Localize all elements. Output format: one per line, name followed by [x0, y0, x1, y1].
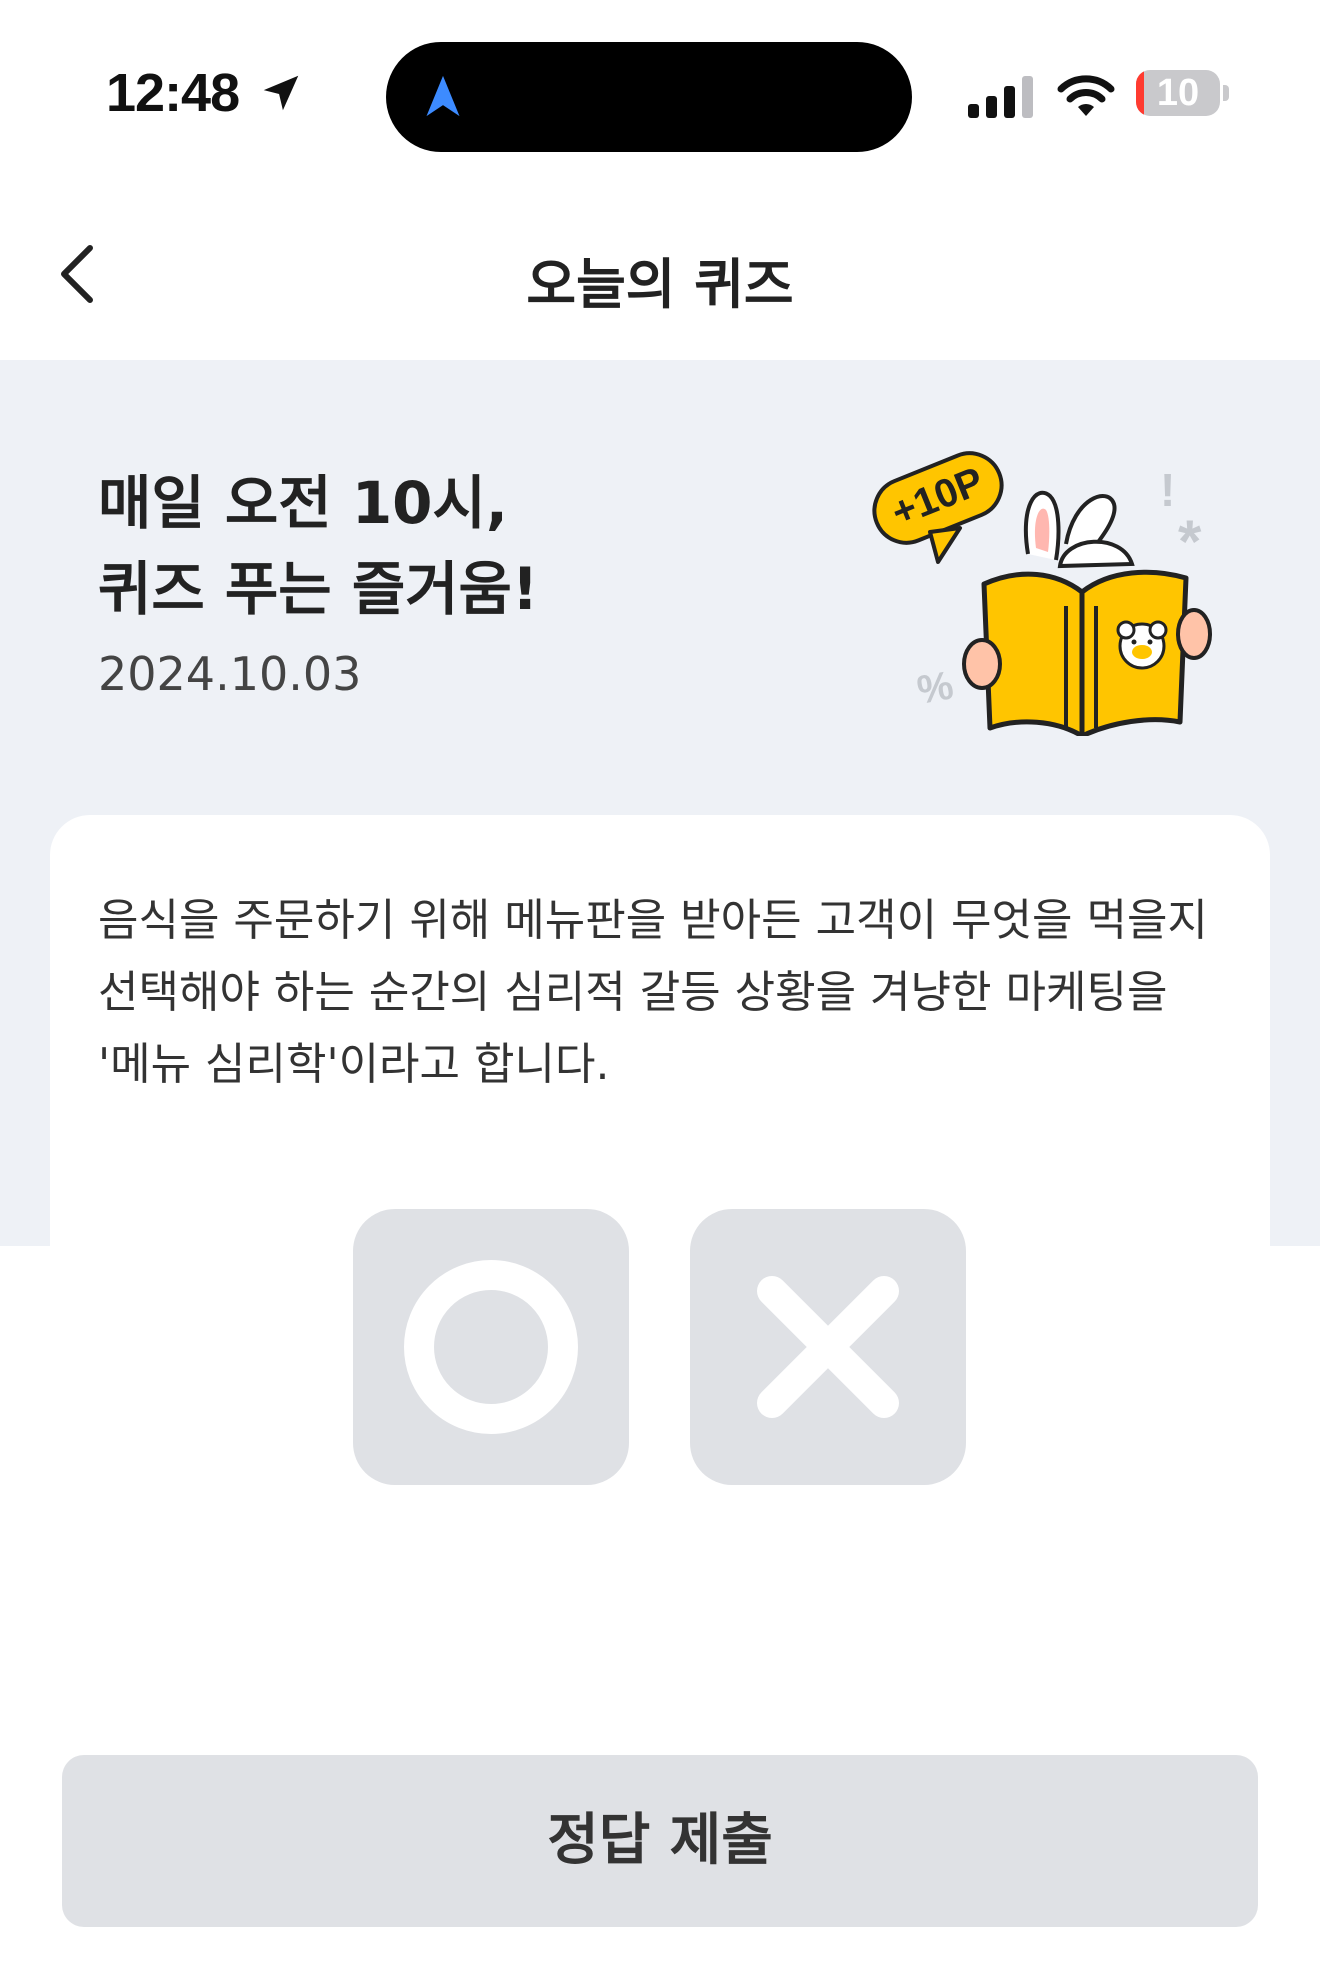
dynamic-island: [386, 42, 912, 152]
hero-title: 매일 오전 10시, 퀴즈 푸는 즐거움!: [98, 460, 538, 632]
cellular-signal-icon: [968, 76, 1033, 118]
status-time: 12:48: [106, 63, 240, 123]
question-card: 음식을 주문하기 위해 메뉴판을 받아든 고객이 무엇을 먹을지 선택해야 하는…: [50, 815, 1270, 1765]
hero-title-line-2: 퀴즈 푸는 즐거움!: [98, 555, 539, 623]
quiz-question: 음식을 주문하기 위해 메뉴판을 받아든 고객이 무엇을 먹을지 선택해야 하는…: [98, 895, 1208, 1090]
answer-x-button[interactable]: [690, 1209, 966, 1485]
x-mark-icon: [757, 1276, 899, 1418]
answer-o-button[interactable]: [353, 1209, 629, 1485]
asterisk-mark: *: [1178, 508, 1202, 575]
page-title: 오늘의 퀴즈: [526, 253, 794, 316]
location-arrow-icon: [263, 75, 299, 111]
navigation-arrow-icon: [426, 75, 460, 117]
battery-cap: [1223, 85, 1229, 101]
quiz-date: 2024.10.03: [98, 647, 362, 701]
hero-title-line-1: 매일 오전 10시,: [98, 469, 508, 537]
points-badge: +10P: [872, 451, 1004, 564]
battery-level: 10: [1156, 72, 1200, 114]
app-header: 오늘의 퀴즈: [0, 190, 1320, 360]
exclaim-mark: !: [1160, 464, 1175, 516]
rabbit-reading-book-mascot: +10P ! * %: [872, 451, 1212, 736]
wifi-icon: [1057, 75, 1115, 116]
percent-mark: %: [914, 663, 957, 713]
status-bar: 12:48 10: [0, 0, 1320, 190]
submit-answer-button[interactable]: 정답 제출: [62, 1755, 1258, 1927]
circle-o-icon: [404, 1260, 578, 1434]
battery-icon: 10: [1136, 70, 1220, 116]
